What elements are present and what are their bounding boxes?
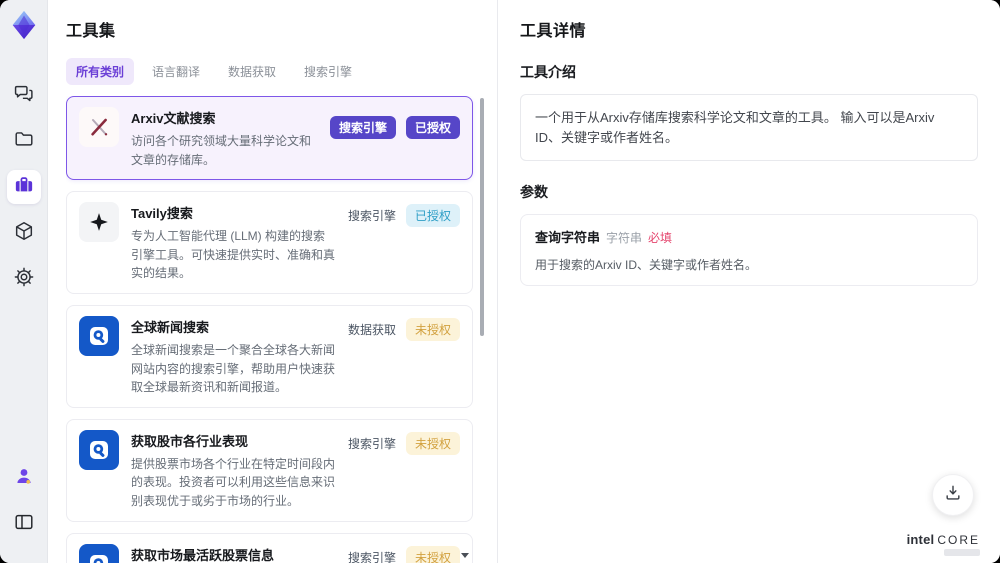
auth-status-badge: 未授权 — [405, 431, 460, 455]
intel-core-logo: intel core — [907, 532, 980, 556]
blue-search-logo-icon — [79, 429, 119, 470]
tool-card-sector-performance[interactable]: 获取股市各行业表现 提供股票市场各个行业在特定时间段内的表现。投资者可以利用这些… — [66, 418, 473, 522]
scroll-down-indicator[interactable] — [461, 553, 469, 558]
tab-data-fetch[interactable]: 数据获取 — [218, 58, 286, 85]
chat-icon — [13, 82, 35, 109]
tab-language-translation[interactable]: 语言翻译 — [142, 58, 210, 85]
category-label: 搜索引擎 — [347, 436, 396, 451]
auth-status-badge: 已授权 — [405, 116, 460, 139]
parameter-name: 查询字符串 — [535, 230, 601, 245]
tool-description: 全球新闻搜索是一个聚合全球各大新闻网站内容的搜索引擎，帮助用户快速获取全球最新资… — [131, 342, 336, 395]
tool-info: Tavily搜索 专为人工智能代理 (LLM) 构建的搜索引擎工具。可快速提供实… — [131, 202, 336, 283]
sidebar-item-chat[interactable] — [7, 78, 41, 112]
tool-description: 提供股票市场各个行业在特定时间段内的表现。投资者可以利用这些信息来识别表现优于或… — [131, 456, 336, 508]
tool-info: Arxiv文献搜索 访问各个研究领域大量科学论文和文章的存储库。 — [131, 107, 318, 169]
sidebar-item-toolbox[interactable] — [6, 170, 41, 204]
parameter-description: 用于搜索的Arxiv ID、关键字或作者姓名。 — [535, 258, 758, 272]
intel-core-logo-text: intel core — [907, 532, 980, 547]
tool-info: 全球新闻搜索 全球新闻搜索是一个聚合全球各大新闻网站内容的搜索引擎，帮助用户快速… — [131, 316, 336, 397]
tool-card-tavily[interactable]: Tavily搜索 专为人工智能代理 (LLM) 构建的搜索引擎工具。可快速提供实… — [66, 191, 473, 294]
tool-card-global-news[interactable]: 全球新闻搜索 全球新闻搜索是一个聚合全球各大新闻网站内容的搜索引擎，帮助用户快速… — [66, 304, 473, 408]
list-scrollbar[interactable] — [480, 98, 484, 336]
parameter-header: 查询字符串 字符串 必填 — [535, 227, 963, 247]
tool-name: 获取股市各行业表现 — [131, 433, 249, 449]
auth-status-badge: 未授权 — [405, 545, 460, 563]
tool-name: 获取市场最活跃股票信息 — [131, 547, 275, 563]
auth-status-badge: 已授权 — [405, 204, 460, 228]
tool-info: 获取市场最活跃股票信息 提供当天交易量最高的股票列表，投资者可以利用这些信息来识… — [131, 544, 336, 563]
tool-meta: 数据获取 未授权 — [347, 317, 460, 341]
sidebar-item-models[interactable] — [7, 216, 41, 250]
tool-info: 获取股市各行业表现 提供股票市场各个行业在特定时间段内的表现。投资者可以利用这些… — [131, 430, 336, 511]
sidebar-item-settings[interactable] — [7, 262, 41, 296]
tab-search-engine[interactable]: 搜索引擎 — [294, 58, 362, 85]
four-point-star-icon — [79, 202, 119, 243]
panel-toggle-icon — [13, 511, 35, 538]
tool-meta: 搜索引擎 已授权 — [347, 204, 460, 228]
cube-icon — [13, 220, 35, 247]
download-icon — [943, 483, 963, 508]
tool-name: 全球新闻搜索 — [131, 319, 210, 335]
sidebar-item-user[interactable] — [7, 461, 41, 495]
tool-details-panel: 工具详情 工具介绍 一个用于从Arxiv存储库搜索科学论文和文章的工具。 输入可… — [498, 0, 1000, 563]
tool-card-arxiv[interactable]: Arxiv文献搜索 访问各个研究领域大量科学论文和文章的存储库。 搜索引擎 已授… — [66, 96, 473, 181]
tab-all-categories[interactable]: 所有类别 — [66, 58, 135, 85]
parameter-type: 字符串 — [606, 231, 643, 245]
arxiv-logo-icon — [79, 107, 119, 147]
app-window: 工具集 所有类别 语言翻译 数据获取 搜索引擎 Arxiv文献搜索 访问各个研究… — [0, 0, 1000, 563]
tool-list: Arxiv文献搜索 访问各个研究领域大量科学论文和文章的存储库。 搜索引擎 已授… — [66, 96, 485, 563]
toolbox-icon — [12, 173, 36, 202]
params-heading: 参数 — [520, 184, 548, 200]
tool-description: 访问各个研究领域大量科学论文和文章的存储库。 — [131, 134, 312, 167]
blue-search-logo-icon — [79, 543, 119, 563]
tool-name: Arxiv文献搜索 — [131, 111, 216, 126]
auth-status-badge: 未授权 — [405, 317, 460, 341]
category-label: 搜索引擎 — [347, 209, 396, 224]
intro-text-box: 一个用于从Arxiv存储库搜索科学论文和文章的工具。 输入可以是Arxiv ID… — [520, 94, 978, 161]
gear-icon — [13, 266, 35, 293]
intel-wordmark: intel — [906, 532, 935, 547]
tool-meta: 搜索引擎 未授权 — [347, 545, 460, 563]
parameter-card: 查询字符串 字符串 必填 用于搜索的Arxiv ID、关键字或作者姓名。 — [520, 214, 978, 286]
tool-name: Tavily搜索 — [131, 206, 193, 222]
category-label: 数据获取 — [347, 322, 396, 337]
user-icon — [13, 465, 35, 492]
core-wordmark: core — [937, 533, 980, 547]
intro-heading: 工具介绍 — [520, 64, 576, 80]
category-tabs: 所有类别 语言翻译 数据获取 搜索引擎 — [66, 58, 485, 85]
tool-card-active-stocks[interactable]: 获取市场最活跃股票信息 提供当天交易量最高的股票列表，投资者可以利用这些信息来识… — [66, 532, 473, 563]
blue-search-logo-icon — [79, 315, 119, 356]
toolset-panel: 工具集 所有类别 语言翻译 数据获取 搜索引擎 Arxiv文献搜索 访问各个研究… — [48, 0, 498, 563]
tool-meta: 搜索引擎 已授权 — [329, 116, 460, 139]
page-title: 工具集 — [66, 23, 116, 40]
intel-core-logo-badge — [944, 549, 980, 556]
sidebar-item-panel-toggle[interactable] — [7, 507, 41, 541]
parameter-required-flag: 必填 — [648, 231, 673, 245]
sidebar-item-files[interactable] — [7, 124, 41, 158]
icon-rail — [0, 0, 48, 563]
category-label: 搜索引擎 — [347, 550, 396, 563]
details-title: 工具详情 — [520, 23, 587, 40]
category-badge: 搜索引擎 — [329, 116, 396, 139]
app-logo — [7, 8, 41, 42]
folder-icon — [13, 128, 35, 155]
download-button[interactable] — [932, 474, 974, 516]
tool-description: 专为人工智能代理 (LLM) 构建的搜索引擎工具。可快速提供实时、准确和真实的结… — [131, 229, 336, 281]
tool-meta: 搜索引擎 未授权 — [347, 431, 460, 455]
